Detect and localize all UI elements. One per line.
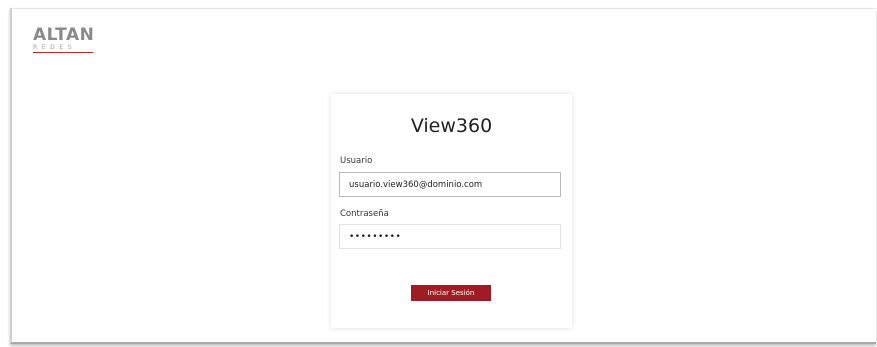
logo-wordmark: ALTAN — [33, 25, 95, 45]
username-label: Usuario — [340, 156, 373, 166]
username-field[interactable] — [339, 172, 561, 197]
logo-subtitle: REDES — [33, 44, 77, 51]
password-field[interactable] — [339, 224, 561, 249]
logo-underline — [33, 52, 93, 53]
login-button[interactable]: Iniciar Sesión — [411, 285, 491, 301]
password-label: Contraseña — [340, 209, 389, 219]
page-title: View360 — [410, 115, 493, 137]
altan-redes-logo: ALTAN REDES — [33, 27, 95, 53]
browser-viewport: ALTAN REDES View360 Usuario Contraseña I… — [10, 8, 876, 344]
login-card: View360 Usuario Contraseña Iniciar Sesió… — [331, 94, 572, 328]
